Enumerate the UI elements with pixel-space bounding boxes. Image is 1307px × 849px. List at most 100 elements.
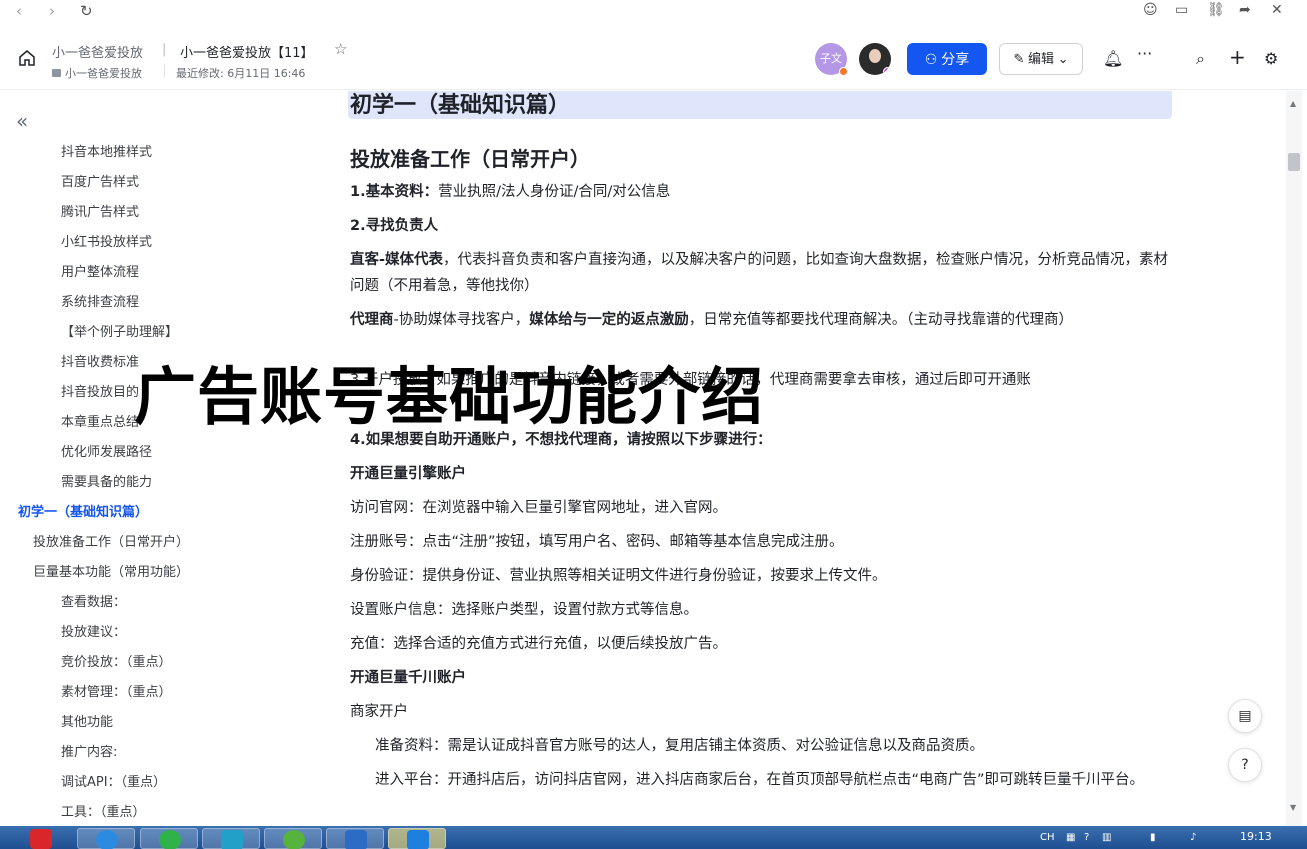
toc-item[interactable]: 小红书投放样式 <box>61 231 152 250</box>
scroll-thumb[interactable] <box>1288 153 1300 171</box>
share-arrow-icon[interactable]: ➦ <box>1239 2 1251 18</box>
toc-item[interactable]: 初学一（基础知识篇） <box>18 501 148 520</box>
taskbar-app[interactable] <box>77 828 135 849</box>
scrollbar[interactable]: ▲ ▼ <box>1286 91 1302 826</box>
paragraph: 设置账户信息：选择账户类型，设置付款方式等信息。 <box>350 602 698 618</box>
toc-item[interactable]: 投放准备工作（日常开户） <box>33 531 189 550</box>
scroll-up-icon[interactable]: ▲ <box>1290 99 1296 108</box>
toc-item[interactable]: 【举个例子助理解】 <box>61 321 178 340</box>
share-label: 分享 <box>941 51 970 67</box>
toc-item[interactable]: 百度广告样式 <box>61 171 139 190</box>
plus-icon[interactable]: + <box>1229 45 1246 69</box>
toc-item[interactable]: 竞价投放：（重点） <box>61 651 172 670</box>
taskbar-app[interactable] <box>140 828 198 849</box>
toc-item[interactable]: 优化师发展路径 <box>61 441 152 460</box>
overlay-caption: 广告账号基础功能介绍 <box>134 360 765 433</box>
reload-icon[interactable]: ↻ <box>80 2 93 20</box>
chevron-down-icon: ⌄ <box>1054 51 1069 66</box>
app-icon <box>221 830 243 849</box>
avatar[interactable] <box>859 43 891 75</box>
share-button[interactable]: ⚇ 分享 <box>907 43 987 75</box>
search-icon[interactable]: ⌕ <box>1196 49 1205 69</box>
status-dot <box>883 67 891 75</box>
meta-divider <box>164 64 165 77</box>
toc-item[interactable]: 巨量基本功能（常用功能） <box>33 561 189 580</box>
text: ，日常充值等都要找代理商解决。（主动寻找靠谱的代理商） <box>688 312 1073 328</box>
paragraph: 进入平台：开通抖店后，访问抖店官网，进入抖店商家后台，在首页顶部导航栏点击“电商… <box>375 772 1145 788</box>
toc-item[interactable]: 用户整体流程 <box>61 261 139 280</box>
text: ，代表抖音负责和客户直接沟通，以及解决客户的问题，比如查询大盘数据，检查账户情况… <box>350 252 1169 294</box>
toc-item[interactable]: 抖音本地推样式 <box>61 141 152 160</box>
browser-toolbar: ‹ › ↻ ☺ ▭ ⛓ ➦ ✕ <box>0 0 1307 24</box>
toc-item[interactable]: 系统排查流程 <box>61 291 139 310</box>
toc-sidebar: « 抖音本地推样式 百度广告样式 腾讯广告样式 小红书投放样式 用户整体流程 系统排查流程… <box>0 91 336 826</box>
outline-button[interactable]: ▤ <box>1228 699 1262 733</box>
clock: 19:13 <box>1240 830 1272 843</box>
toc-item[interactable]: 需要具备的能力 <box>61 471 152 490</box>
help-tray-icon[interactable]: ? <box>1084 832 1089 843</box>
star-icon[interactable]: ☆ <box>334 40 347 58</box>
forward-icon[interactable]: › <box>49 2 55 20</box>
edit-button[interactable]: ✎ 编辑 ⌄ <box>999 43 1083 75</box>
breadcrumb-parent[interactable]: 小一爸爸爱投放 <box>52 42 143 61</box>
bold-text: 媒体给与一定的返点激励 <box>529 312 689 328</box>
back-icon[interactable]: ‹ <box>16 2 22 20</box>
add-user-icon: ⚇ <box>924 51 942 67</box>
home-icon[interactable] <box>18 49 36 67</box>
toc-item[interactable]: 工具：（重点） <box>61 801 146 820</box>
toc-item[interactable]: 投放建议： <box>61 621 126 640</box>
avatar-photo <box>869 49 881 63</box>
battery-icon[interactable]: ▮ <box>1150 832 1156 843</box>
paragraph: 商家开户 <box>350 704 408 720</box>
paragraph: 充值：选择合适的充值方式进行充值，以便后续投放广告。 <box>350 636 727 652</box>
folder-icon <box>52 69 61 77</box>
bold-text: 代理商 <box>350 312 394 328</box>
doc-title[interactable]: 小一爸爸爱投放【11】 <box>180 42 314 61</box>
breadcrumb-separator: | <box>162 42 167 57</box>
avatar[interactable]: 子文 <box>815 43 848 76</box>
taskbar-app[interactable] <box>388 828 446 849</box>
scroll-down-icon[interactable]: ▼ <box>1290 803 1296 812</box>
app-icon <box>283 830 305 849</box>
volume-icon[interactable]: ♪ <box>1190 832 1196 843</box>
toc-item[interactable]: 推广内容: <box>61 741 117 760</box>
keyboard-icon[interactable]: ▦ <box>1066 832 1075 843</box>
link-icon[interactable]: ⛓ <box>1207 2 1225 18</box>
window-icon[interactable]: ▭ <box>1175 2 1188 18</box>
status-dot <box>839 67 848 76</box>
tray-icon[interactable]: CH <box>1040 832 1055 843</box>
more-icon[interactable]: ··· <box>1137 44 1152 63</box>
toc-item[interactable]: 抖音投放目的 <box>61 381 139 400</box>
collapse-sidebar-icon[interactable]: « <box>16 109 28 133</box>
bell-icon[interactable]: 🔔︎ <box>1103 49 1123 68</box>
last-modified: 最近修改: 6月11日 16:46 <box>176 67 306 80</box>
taskbar-app[interactable] <box>264 828 322 849</box>
gear-icon[interactable]: ⚙ <box>1264 49 1278 68</box>
toc-item[interactable]: 素材管理：（重点） <box>61 681 172 700</box>
toc-item[interactable]: 调试API：（重点） <box>61 771 166 790</box>
taskbar-app[interactable] <box>2 828 62 849</box>
comment-icon[interactable]: ☺ <box>1143 2 1158 18</box>
taskbar-app[interactable] <box>326 828 384 849</box>
paragraph: 准备资料：需是认证成抖音官方账号的达人，复用店铺主体资质、对公验证信息以及商品资… <box>375 738 984 754</box>
paragraph: 开通巨量引擎账户 <box>350 461 1172 487</box>
toc-item[interactable]: 其他功能 <box>61 711 113 730</box>
text: 营业执照/法人身份证/合同/对公信息 <box>438 184 671 200</box>
toc-item[interactable]: 本章重点总结 <box>61 411 139 430</box>
edit-label: 编辑 <box>1027 51 1054 66</box>
app-icon <box>345 830 367 849</box>
close-icon[interactable]: ✕ <box>1271 2 1283 18</box>
toc-item[interactable]: 抖音收费标准 <box>61 351 139 370</box>
toc-item[interactable]: 腾讯广告样式 <box>61 201 139 220</box>
folder-label[interactable]: 小一爸爸爱投放 <box>52 65 142 81</box>
heading-2: 投放准备工作（日常开户） <box>350 147 590 171</box>
paragraph: 注册账号：点击“注册”按钮，填写用户名、密码、邮箱等基本信息完成注册。 <box>350 534 844 550</box>
help-icon: ? <box>1241 757 1249 773</box>
avatar-initials: 子文 <box>820 52 842 65</box>
paragraph: 身份验证：提供身份证、营业执照等相关证明文件进行身份验证，按要求上传文件。 <box>350 568 887 584</box>
help-button[interactable]: ? <box>1228 748 1262 782</box>
toc-item[interactable]: 查看数据： <box>61 591 126 610</box>
paragraph: 2.寻找负责人 <box>350 213 1172 239</box>
taskbar-app[interactable] <box>202 828 260 849</box>
network-icon[interactable]: ▥ <box>1102 832 1111 843</box>
